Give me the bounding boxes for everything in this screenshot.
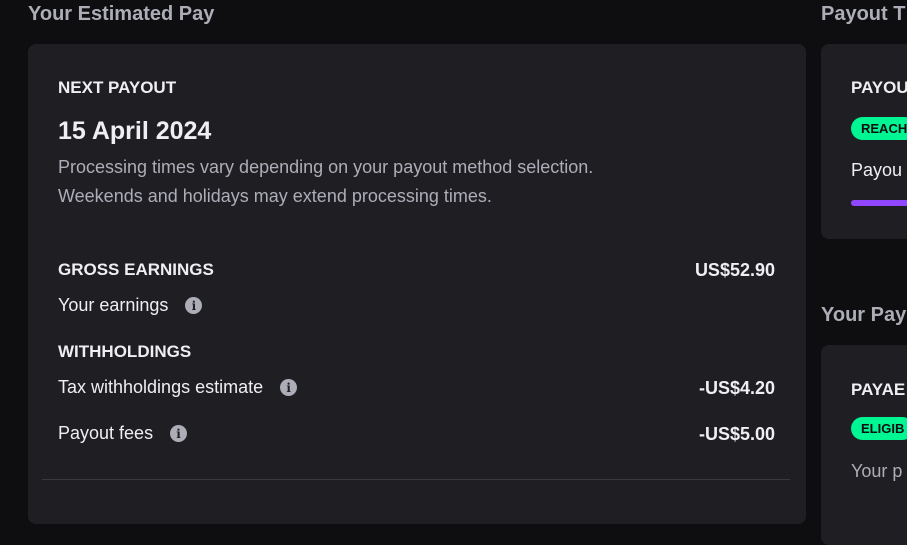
section-title-estimated-pay: Your Estimated Pay [28, 3, 215, 25]
info-icon[interactable]: i [170, 425, 188, 442]
payout-threshold-card: PAYOU REACH Payou [821, 44, 907, 239]
your-payout-caption: PAYAE [851, 380, 906, 399]
description-line-2: Weekends and holidays may extend process… [58, 186, 492, 206]
section-title-your-payout: Your Pay [821, 304, 907, 326]
section-title-payout-threshold: Payout T [821, 3, 906, 25]
info-icon[interactable]: i [280, 379, 298, 396]
tax-withholdings-label: Tax withholdings estimate [58, 377, 264, 397]
gross-earnings-label: GROSS EARNINGS [58, 260, 214, 279]
next-payout-date: 15 April 2024 [58, 117, 212, 145]
description-line-1: Processing times vary depending on your … [58, 157, 594, 177]
status-badge: ELIGIB [851, 417, 907, 440]
your-earnings-row: Your earnings i [58, 295, 203, 316]
payout-description: Processing times vary depending on your … [58, 153, 593, 211]
progress-bar [851, 200, 907, 206]
divider [42, 479, 790, 480]
payout-fees-label: Payout fees [58, 423, 154, 443]
your-payout-card: PAYAE ELIGIB Your p [821, 345, 907, 545]
payout-threshold-caption: PAYOU [851, 78, 907, 97]
info-icon[interactable]: i [185, 297, 203, 314]
next-payout-label: NEXT PAYOUT [58, 78, 177, 97]
payout-fees-row: Payout fees i [58, 423, 188, 444]
your-payout-text: Your p [851, 461, 903, 481]
payout-fees-value: -US$5.00 [698, 424, 775, 444]
status-badge: REACH [851, 117, 907, 140]
estimated-pay-card: NEXT PAYOUT 15 April 2024 Processing tim… [28, 44, 806, 524]
your-earnings-label: Your earnings [58, 295, 169, 315]
gross-earnings-value: US$52.90 [694, 260, 775, 280]
tax-withholdings-row: Tax withholdings estimate i [58, 377, 298, 398]
withholdings-label: WITHHOLDINGS [58, 342, 192, 361]
tax-withholdings-value: -US$4.20 [698, 378, 775, 398]
payout-threshold-text: Payou [851, 160, 903, 180]
